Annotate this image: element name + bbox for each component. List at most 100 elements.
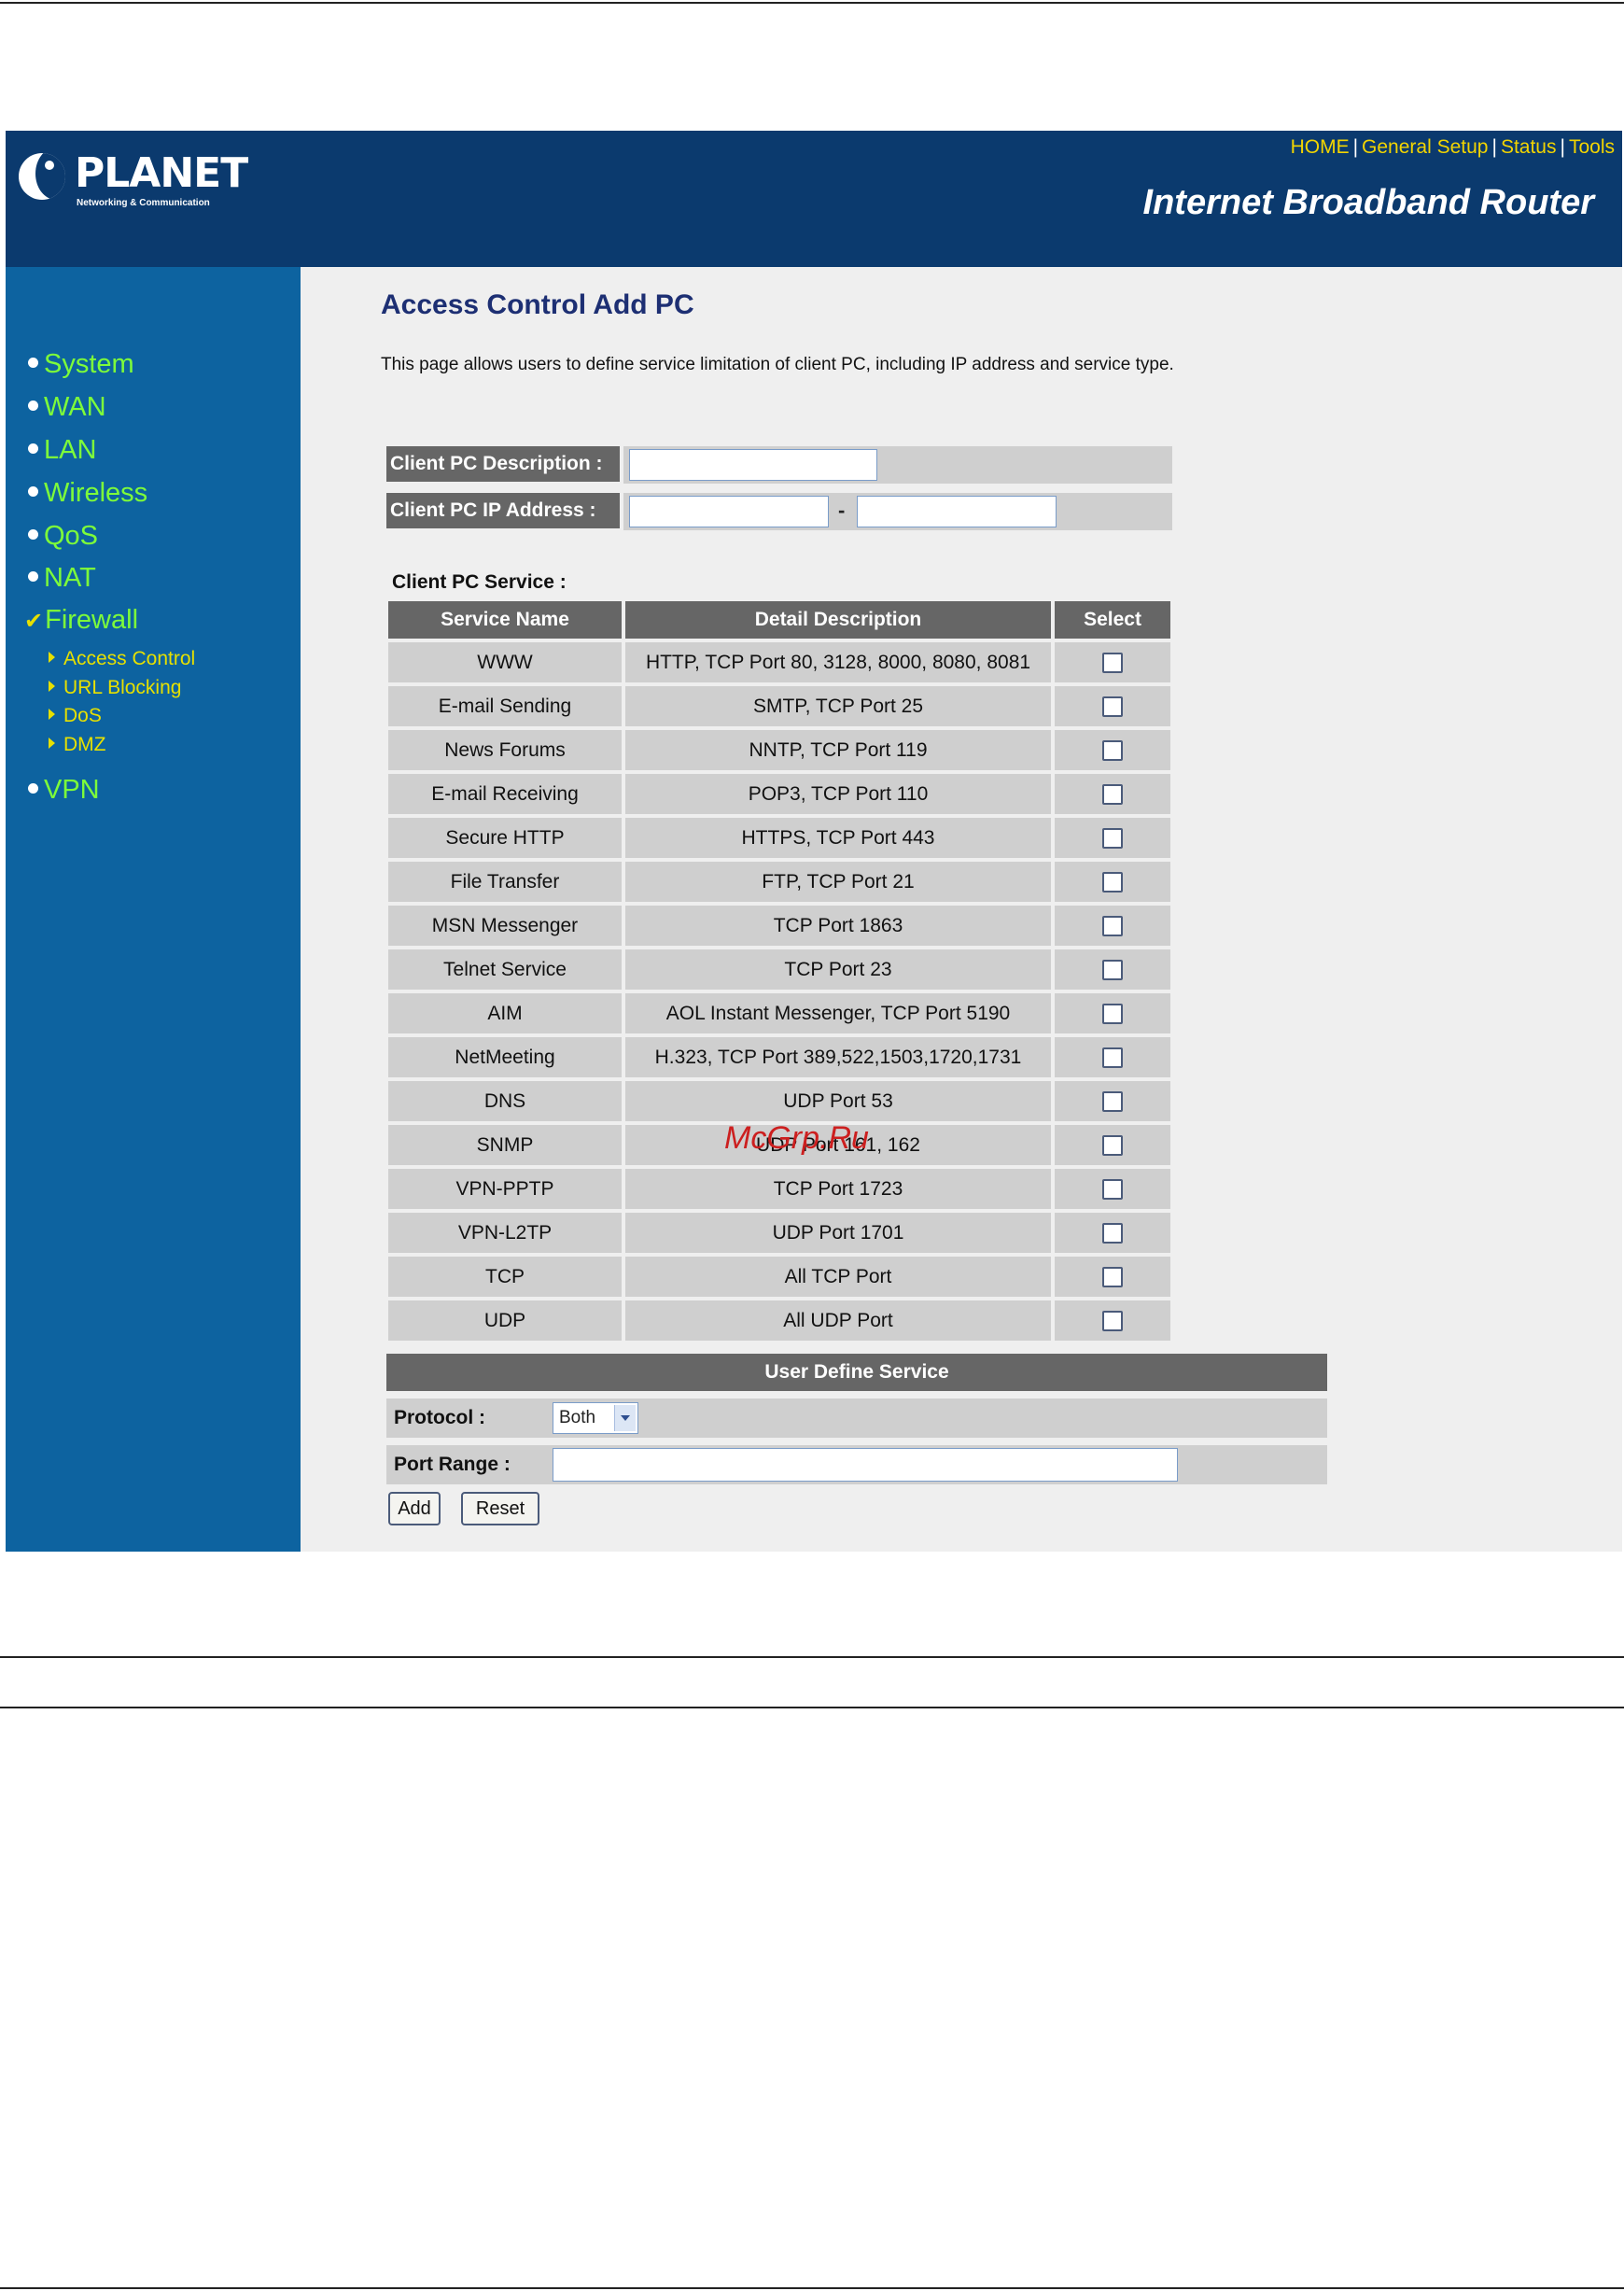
sidebar-item-qos[interactable]: QoS	[28, 521, 98, 552]
sidebar-item-wireless[interactable]: Wireless	[28, 478, 147, 509]
sidebar-subitem-access-control[interactable]: Access Control	[49, 648, 195, 670]
sidebar-subitem-dmz[interactable]: DMZ	[49, 734, 106, 756]
sidebar-item-lan[interactable]: LAN	[28, 435, 96, 466]
table-row: VPN-PPTP TCP Port 1723	[388, 1169, 1170, 1209]
bullet-icon	[28, 485, 38, 497]
select-checkbox[interactable]	[1102, 1003, 1123, 1024]
column-header-service-name: Service Name	[388, 601, 622, 639]
bullet-icon	[28, 528, 38, 540]
select-checkbox[interactable]	[1102, 696, 1123, 717]
sidebar-item-system[interactable]: System	[28, 349, 134, 380]
bullet-icon	[28, 443, 38, 454]
user-define-service-heading: User Define Service	[386, 1354, 1327, 1391]
arrow-right-icon	[49, 681, 55, 693]
sidebar-subitem-dos[interactable]: DoS	[49, 705, 102, 727]
service-detail: AOL Instant Messenger, TCP Port 5190	[625, 993, 1051, 1033]
sidebar-item-firewall[interactable]: ✔Firewall	[24, 605, 138, 636]
bullet-icon	[28, 782, 38, 794]
service-name: DNS	[388, 1081, 622, 1121]
service-detail: TCP Port 1723	[625, 1169, 1051, 1209]
port-range-input[interactable]	[553, 1448, 1178, 1482]
service-name: News Forums	[388, 730, 622, 770]
table-row: Secure HTTP HTTPS, TCP Port 443	[388, 818, 1170, 858]
select-checkbox[interactable]	[1102, 1266, 1123, 1287]
service-name: E-mail Sending	[388, 686, 622, 726]
client-desc-input[interactable]	[629, 449, 877, 481]
nav-tools-link[interactable]: Tools	[1569, 136, 1615, 158]
add-button[interactable]: Add	[388, 1492, 441, 1525]
select-checkbox[interactable]	[1102, 915, 1123, 936]
select-checkbox[interactable]	[1102, 827, 1123, 849]
reset-button[interactable]: Reset	[461, 1492, 539, 1525]
select-checkbox[interactable]	[1102, 783, 1123, 805]
nav-home-link[interactable]: HOME	[1291, 136, 1350, 158]
bullet-icon	[28, 400, 38, 411]
protocol-selected-value: Both	[559, 1408, 596, 1427]
select-checkbox[interactable]	[1102, 1310, 1123, 1331]
select-checkbox[interactable]	[1102, 652, 1123, 673]
select-checkbox[interactable]	[1102, 739, 1123, 761]
service-detail: H.323, TCP Port 389,522,1503,1720,1731	[625, 1037, 1051, 1077]
service-detail: All TCP Port	[625, 1257, 1051, 1297]
column-header-select: Select	[1055, 601, 1170, 639]
service-detail: HTTP, TCP Port 80, 3128, 8000, 8080, 808…	[625, 642, 1051, 682]
nav-general-setup-link[interactable]: General Setup	[1362, 136, 1488, 158]
select-checkbox[interactable]	[1102, 1222, 1123, 1244]
select-checkbox[interactable]	[1102, 1047, 1123, 1068]
service-name: UDP	[388, 1300, 622, 1341]
service-name: NetMeeting	[388, 1037, 622, 1077]
service-name: Secure HTTP	[388, 818, 622, 858]
table-row: AIM AOL Instant Messenger, TCP Port 5190	[388, 993, 1170, 1033]
chevron-down-icon	[614, 1405, 636, 1431]
ip-start-input[interactable]	[629, 496, 829, 527]
port-range-label: Port Range :	[394, 1454, 511, 1475]
service-name: File Transfer	[388, 862, 622, 902]
service-name: E-mail Receiving	[388, 774, 622, 814]
sidebar-item-nat[interactable]: NAT	[28, 563, 96, 594]
table-row: TCP All TCP Port	[388, 1257, 1170, 1297]
select-checkbox[interactable]	[1102, 959, 1123, 980]
service-detail: POP3, TCP Port 110	[625, 774, 1051, 814]
select-checkbox[interactable]	[1102, 871, 1123, 893]
service-detail: UDP Port 1701	[625, 1213, 1051, 1253]
protocol-row: Protocol : Both	[386, 1398, 1327, 1438]
protocol-label: Protocol :	[394, 1407, 485, 1428]
nav-status-link[interactable]: Status	[1501, 136, 1557, 158]
service-detail: All UDP Port	[625, 1300, 1051, 1341]
service-detail: FTP, TCP Port 21	[625, 862, 1051, 902]
select-checkbox[interactable]	[1102, 1090, 1123, 1112]
table-row: MSN Messenger TCP Port 1863	[388, 906, 1170, 946]
service-table: Service Name Detail Description Select W…	[385, 597, 1174, 1344]
planet-globe-icon	[19, 153, 65, 200]
table-row: News Forums NNTP, TCP Port 119	[388, 730, 1170, 770]
page-title: Access Control Add PC	[381, 289, 694, 320]
service-detail: SMTP, TCP Port 25	[625, 686, 1051, 726]
service-detail: NNTP, TCP Port 119	[625, 730, 1051, 770]
client-desc-label: Client PC Description :	[386, 446, 620, 482]
sidebar-item-vpn[interactable]: VPN	[28, 775, 100, 806]
sidebar-subitem-url-blocking[interactable]: URL Blocking	[49, 677, 181, 699]
sidebar: System WAN LAN Wireless QoS NAT ✔Firewal…	[6, 267, 301, 1552]
table-row: WWW HTTP, TCP Port 80, 3128, 8000, 8080, …	[388, 642, 1170, 682]
table-row: VPN-L2TP UDP Port 1701	[388, 1213, 1170, 1253]
table-row: E-mail Receiving POP3, TCP Port 110	[388, 774, 1170, 814]
service-name: MSN Messenger	[388, 906, 622, 946]
service-name: TCP	[388, 1257, 622, 1297]
table-row: Telnet Service TCP Port 23	[388, 949, 1170, 990]
service-name: SNMP	[388, 1125, 622, 1165]
router-title: Internet Broadband Router	[1142, 183, 1594, 222]
service-detail: UDP Port 53	[625, 1081, 1051, 1121]
service-name: VPN-L2TP	[388, 1213, 622, 1253]
checkmark-icon: ✔	[24, 609, 44, 634]
ip-end-input[interactable]	[857, 496, 1057, 527]
select-checkbox[interactable]	[1102, 1178, 1123, 1200]
protocol-select[interactable]: Both	[553, 1402, 638, 1434]
port-range-row: Port Range :	[386, 1445, 1327, 1484]
table-row: File Transfer FTP, TCP Port 21	[388, 862, 1170, 902]
select-checkbox[interactable]	[1102, 1134, 1123, 1156]
bullet-icon	[28, 570, 38, 582]
client-service-heading: Client PC Service :	[392, 571, 567, 593]
sidebar-item-wan[interactable]: WAN	[28, 392, 106, 423]
service-name: AIM	[388, 993, 622, 1033]
service-detail: TCP Port 1863	[625, 906, 1051, 946]
